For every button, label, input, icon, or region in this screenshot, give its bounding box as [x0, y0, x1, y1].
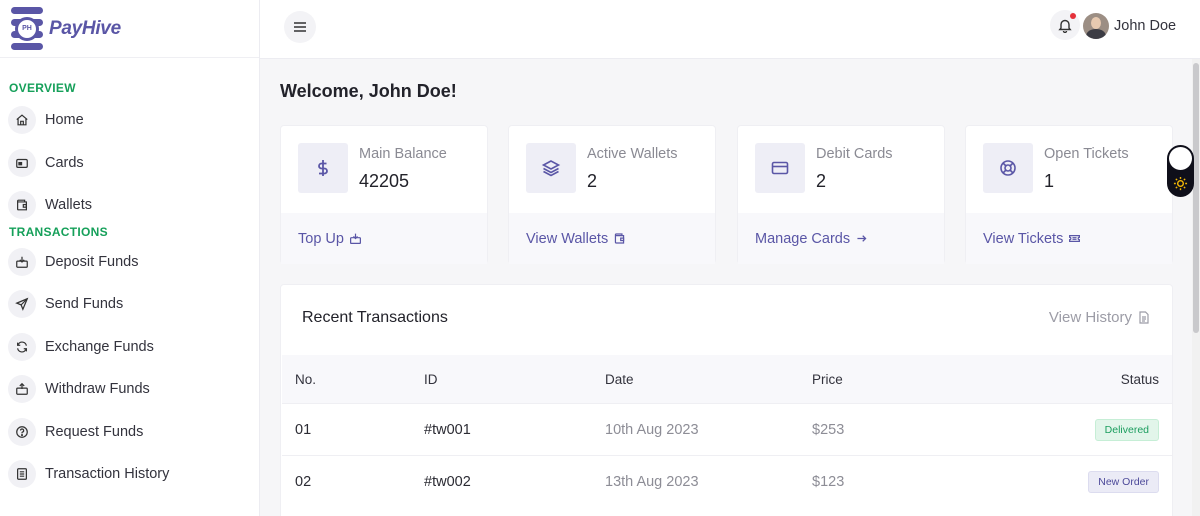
card-icon: [755, 143, 805, 193]
table-row[interactable]: 02 #tw002 13th Aug 2023 $123 New Order: [282, 455, 1172, 507]
top-up-link[interactable]: Top Up: [281, 213, 487, 264]
card-icon: [8, 148, 36, 177]
document-icon: [1139, 311, 1149, 324]
notification-button[interactable]: [1050, 10, 1080, 40]
stat-card-main-balance: Main Balance 42205 Top Up: [280, 125, 488, 264]
sun-icon: [1173, 176, 1188, 191]
page-scrollbar[interactable]: [1192, 59, 1200, 516]
view-wallets-link[interactable]: View Wallets: [509, 213, 715, 264]
transactions-table: No. ID Date Price Status 01 #tw001 10th …: [282, 355, 1172, 507]
stat-value: 2: [587, 171, 598, 191]
sidebar-item-cards[interactable]: Cards: [0, 142, 259, 185]
deposit-icon: [349, 233, 361, 244]
stat-value: 42205: [359, 171, 410, 191]
sidebar-item-withdraw-funds[interactable]: Withdraw Funds: [0, 368, 259, 411]
page-title: Welcome, John Doe!: [280, 81, 457, 101]
table-header: No. ID Date Price Status: [282, 355, 1172, 403]
sidebar-item-transaction-history[interactable]: Transaction History: [0, 453, 259, 496]
lifebuoy-icon: [983, 143, 1033, 193]
bell-icon: [1058, 19, 1072, 33]
home-icon: [8, 106, 36, 135]
wallet-icon: [615, 233, 625, 244]
stat-card-open-tickets: Open Tickets 1 View Tickets: [965, 125, 1173, 264]
sidebar-item-send-funds[interactable]: Send Funds: [0, 283, 259, 326]
payhive-logo-icon: PH: [9, 6, 45, 51]
hamburger-icon: [294, 22, 306, 32]
stat-value: 2: [816, 171, 827, 191]
ticket-icon: [1069, 235, 1081, 242]
layers-icon: [526, 143, 576, 193]
table-row[interactable]: 01 #tw001 10th Aug 2023 $253 Delivered: [282, 403, 1172, 455]
sidebar-item-exchange-funds[interactable]: Exchange Funds: [0, 326, 259, 369]
notification-dot: [1070, 13, 1076, 19]
sidebar-item-request-funds[interactable]: Request Funds: [0, 411, 259, 454]
view-tickets-link[interactable]: View Tickets: [966, 213, 1172, 264]
exchange-icon: [8, 332, 36, 361]
status-badge: Delivered: [1094, 418, 1159, 441]
deposit-icon: [8, 247, 36, 276]
brand-name: PayHive: [49, 17, 121, 39]
request-icon: [8, 417, 36, 446]
sidebar-item-deposit-funds[interactable]: Deposit Funds: [0, 241, 259, 284]
dollar-icon: [298, 143, 348, 193]
theme-toggle[interactable]: [1167, 145, 1194, 197]
status-badge: New Order: [1088, 470, 1159, 493]
topbar: John Doe: [260, 0, 1200, 59]
avatar: [1083, 13, 1109, 39]
arrow-right-icon: [857, 235, 867, 242]
wallet-icon: [8, 191, 36, 220]
view-history-link[interactable]: View History: [1049, 309, 1150, 326]
recent-transactions-card: Recent Transactions View History No. ID …: [280, 284, 1173, 516]
sidebar-item-wallets[interactable]: Wallets: [0, 184, 259, 227]
brand-logo[interactable]: PH PayHive: [0, 0, 259, 58]
manage-cards-link[interactable]: Manage Cards: [738, 213, 944, 264]
sidebar: PH PayHive OVERVIEW Home Cards Wallets T…: [0, 0, 260, 516]
stat-card-active-wallets: Active Wallets 2 View Wallets: [508, 125, 716, 264]
section-title-overview: OVERVIEW: [9, 81, 76, 95]
send-icon: [8, 290, 36, 319]
menu-toggle-button[interactable]: [284, 11, 316, 43]
stat-card-debit-cards: Debit Cards 2 Manage Cards: [737, 125, 945, 264]
section-title-transactions: TRANSACTIONS: [9, 224, 108, 239]
user-menu[interactable]: John Doe: [1083, 13, 1176, 39]
section-title: Recent Transactions: [302, 309, 448, 326]
user-name: John Doe: [1114, 18, 1177, 34]
stat-value: 1: [1044, 171, 1055, 191]
withdraw-icon: [8, 375, 36, 404]
history-icon: [8, 460, 36, 489]
sidebar-item-home[interactable]: Home: [0, 99, 259, 142]
